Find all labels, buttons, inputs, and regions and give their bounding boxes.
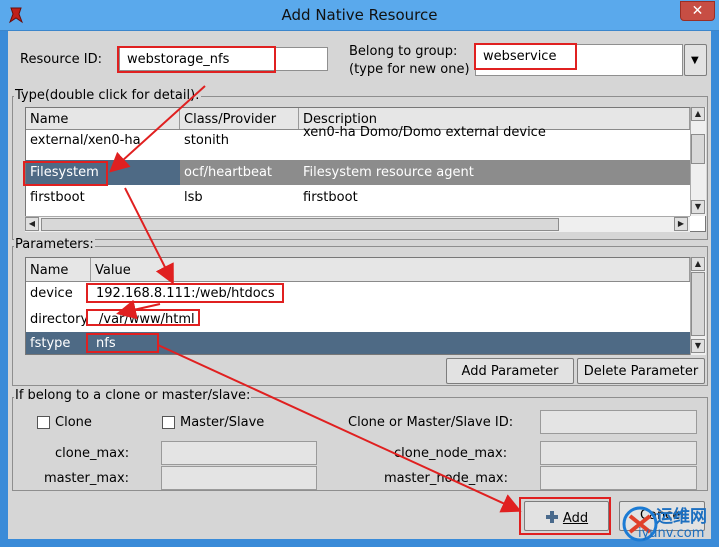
arrow-fstype-to-add: [157, 344, 522, 513]
watermark-logo: 运维网 iyunv.com: [618, 500, 719, 547]
arrow-filesystem-to-device: [124, 187, 174, 285]
arrow-device-to-directory: [116, 299, 161, 320]
watermark-brand: 运维网: [656, 507, 707, 527]
watermark-site: iyunv.com: [638, 526, 705, 541]
annotation-arrows: [109, 85, 522, 513]
arrow-id-to-filesystem: [109, 85, 206, 173]
